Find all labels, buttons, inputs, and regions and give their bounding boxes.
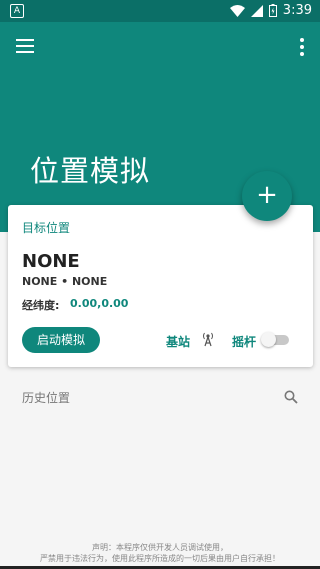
location-subtitle: NONE • NONE [22, 275, 108, 288]
status-bar: A 3:39 [0, 0, 320, 22]
joystick-label: 摇杆 [232, 335, 257, 349]
menu-icon[interactable] [16, 39, 34, 53]
add-icon: + [256, 180, 278, 210]
search-icon[interactable] [284, 390, 298, 404]
coord-label: 经纬度: [22, 299, 60, 312]
antenna-icon[interactable] [201, 331, 215, 347]
disclaimer-line-2: 严禁用于违法行为，使用此程序所造成的一切后果由用户自行承担！ [40, 554, 280, 563]
location-name: NONE [22, 251, 80, 272]
history-label: 历史位置 [22, 391, 71, 405]
wifi-icon [229, 4, 245, 17]
toggle-thumb [261, 332, 276, 347]
app-notification-icon: A [10, 4, 24, 18]
disclaimer: 声明：本程序仅供开发人员调试使用， 严禁用于违法行为，使用此程序所造成的一切后果… [0, 542, 320, 564]
battery-icon [268, 4, 277, 17]
joystick-toggle[interactable] [261, 332, 289, 347]
status-icons: 3:39 [229, 3, 312, 18]
target-location-card: 目标位置 NONE NONE • NONE 经纬度: 0.00,0.00 启动模… [8, 205, 313, 367]
base-station-button[interactable]: 基站 [166, 333, 190, 350]
coord-value: 0.00,0.00 [70, 297, 129, 310]
more-icon[interactable] [300, 38, 304, 56]
clock: 3:39 [282, 3, 312, 18]
page-title: 位置模拟 [30, 154, 151, 188]
start-simulation-button[interactable]: 启动模拟 [22, 327, 100, 353]
card-label: 目标位置 [22, 221, 71, 235]
signal-icon [250, 4, 263, 17]
disclaimer-line-1: 声明：本程序仅供开发人员调试使用， [92, 543, 228, 552]
add-location-button[interactable]: + [242, 171, 292, 221]
history-section: 历史位置 [0, 380, 320, 414]
